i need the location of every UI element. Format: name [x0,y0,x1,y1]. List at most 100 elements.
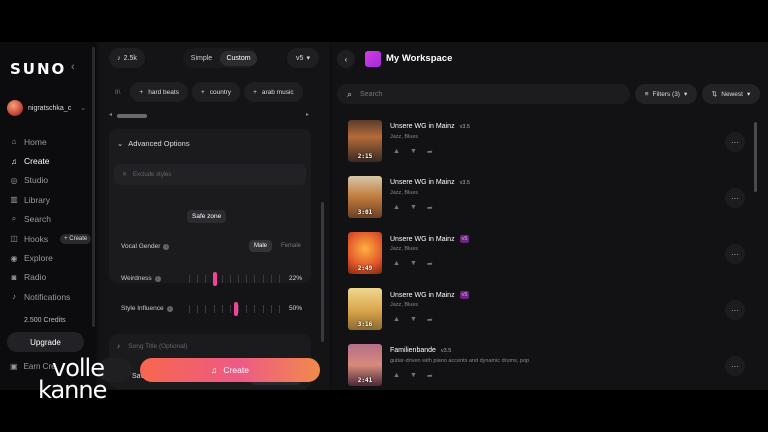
upgrade-button[interactable]: Upgrade [7,332,84,352]
song-cover[interactable]: 2:49 [348,232,382,274]
song-cover[interactable]: 3:01 [348,176,382,218]
song-title-text[interactable]: Unsere WG in Mainz [390,292,455,299]
sidebar-item-radio[interactable]: ◙ Radio [10,268,91,287]
tags-scrollbar[interactable]: ◂ ▸ [109,111,309,118]
suno-logo[interactable]: SUNO [10,60,66,78]
song-title-text[interactable]: Unsere WG in Mainz [390,179,455,186]
filters-button[interactable]: ≡ Filters (3) ▾ [635,84,697,104]
slider-knob[interactable] [213,272,218,286]
arrow-right-icon[interactable]: ▸ [306,111,309,118]
sort-button[interactable]: ⇅ Newest ▾ [702,84,760,104]
song-title-input[interactable]: ♪ Song Title (Optional) [117,343,188,350]
chevron-left-icon[interactable]: ‹ [71,61,75,73]
hooks-create-button[interactable]: + Create [60,233,92,244]
info-icon[interactable]: i [154,275,161,282]
sidebar-item-notifications[interactable]: ♪ Notifications [10,287,91,306]
song-cover[interactable]: 2:15 [348,120,382,162]
more-options-button[interactable]: ⋯ [725,356,745,376]
mode-simple-tab[interactable]: Simple [183,55,220,62]
slider-knob[interactable] [234,302,238,316]
version-label: v5 [296,54,304,62]
more-icon: ⋯ [731,361,739,371]
song-list: 2:15 Unsere WG in Mainz v3.5 Jazz, Blues … [348,120,748,390]
info-icon[interactable]: i [166,305,173,312]
song-title-text[interactable]: Unsere WG in Mainz [390,123,455,130]
advanced-options-toggle[interactable]: ⌄ Advanced Options [117,139,190,148]
song-duration: 2:15 [357,153,373,160]
song-cover[interactable]: 3:16 [348,288,382,330]
credit-chip[interactable]: ♪ 2.5k [109,48,145,68]
song-title-text[interactable]: Unsere WG in Mainz [390,236,455,243]
song-cover[interactable]: 2:41 [348,344,382,386]
sidebar-item-hooks[interactable]: ◫ Hooks + Create [10,229,92,248]
more-options-button[interactable]: ⋯ [725,300,745,320]
thumbs-up-icon[interactable]: ▲ [393,316,400,324]
slider-tick [279,305,280,313]
slider-tick [189,305,190,313]
user-menu[interactable]: nigratschka_c ⌄ [7,100,86,116]
info-icon[interactable]: i [163,243,170,250]
back-button[interactable]: ‹ [337,50,355,68]
sidebar-scrollbar[interactable] [92,47,95,327]
more-options-button[interactable]: ⋯ [725,244,745,264]
thumbs-up-icon[interactable]: ▲ [393,204,400,212]
thumbs-down-icon[interactable]: ▼ [410,148,417,156]
music-note-icon: ♫ [211,365,218,375]
sidebar-item-library[interactable]: ▥ Library [10,190,91,209]
more-icon: ⋯ [731,249,739,259]
sidebar-item-home[interactable]: ⌂ Home [10,132,91,151]
sidebar-item-create[interactable]: ♫ Create [10,151,91,170]
song-duration: 2:49 [357,265,373,272]
sort-label: Newest [721,90,743,98]
create-panel-scrollbar[interactable] [321,202,324,342]
thumbs-up-icon[interactable]: ▲ [393,148,400,156]
sidebar-item-explore[interactable]: ◉ Explore [10,248,91,267]
more-options-button[interactable]: ⋯ [725,132,745,152]
create-button[interactable]: ♫ Create [140,358,320,382]
sidebar-item-studio[interactable]: ◎ Studio [10,171,91,190]
search-input[interactable]: ⌕ Search [337,84,630,104]
chevron-down-icon: ⌄ [117,139,124,148]
list-item[interactable]: 2:41 Familienbande v3.5 guitar-driven wit… [348,344,748,390]
sidebar-item-search[interactable]: ⌕ Search [10,210,91,229]
arrow-left-icon[interactable]: ◂ [109,111,112,118]
slider-tick [238,305,240,313]
mode-custom-tab[interactable]: Custom [220,50,257,66]
gender-female-button[interactable]: Female [276,240,306,252]
thumbs-down-icon[interactable]: ▼ [410,372,417,380]
share-icon[interactable]: ➦ [427,204,433,212]
thumbs-up-icon[interactable]: ▲ [393,260,400,268]
share-icon[interactable]: ➦ [427,148,433,156]
mode-toggle: Simple Custom [183,48,257,68]
list-item[interactable]: 3:16 Unsere WG in Mainz v5 Jazz, Blues ▲ ▼… [348,288,748,344]
scrollbar-thumb[interactable] [117,114,147,118]
more-icon: ⋯ [731,137,739,147]
list-item[interactable]: 2:15 Unsere WG in Mainz v3.5 Jazz, Blues … [348,120,748,176]
list-item[interactable]: 2:49 Unsere WG in Mainz v5 Jazz, Blues ▲ ▼… [348,232,748,288]
tag-button[interactable]: + arab music [244,82,303,102]
share-icon[interactable]: ➦ [427,316,433,324]
list-item[interactable]: 3:01 Unsere WG in Mainz v3.5 Jazz, Blues … [348,176,748,232]
slider-tick [213,305,215,313]
song-actions: ▲ ▼ ➦ [393,316,433,324]
tag-button[interactable]: + hard beats [130,82,188,102]
exclude-styles-input[interactable]: ✕ Exclude styles [114,164,306,185]
version-select[interactable]: v5 ▾ [287,48,319,68]
thumbs-up-icon[interactable]: ▲ [393,372,400,380]
slider-tick [246,275,248,283]
advanced-options-label: Advanced Options [128,139,190,148]
share-icon[interactable]: ➦ [427,372,433,380]
gender-male-button[interactable]: Male [249,240,273,252]
style-influence-slider[interactable] [189,302,280,316]
song-title-text[interactable]: Familienbande [390,347,436,354]
thumbs-down-icon[interactable]: ▼ [410,316,417,324]
thumbs-down-icon[interactable]: ▼ [410,204,417,212]
thumbs-down-icon[interactable]: ▼ [410,260,417,268]
weirdness-slider[interactable] [189,272,280,286]
more-options-button[interactable]: ⋯ [725,188,745,208]
workspace-scrollbar[interactable] [754,122,757,192]
tag-button[interactable]: + country [191,82,241,102]
share-icon[interactable]: ➦ [427,260,433,268]
plus-icon: + [200,88,205,96]
vocal-gender-toggle: Male Female [249,240,306,252]
